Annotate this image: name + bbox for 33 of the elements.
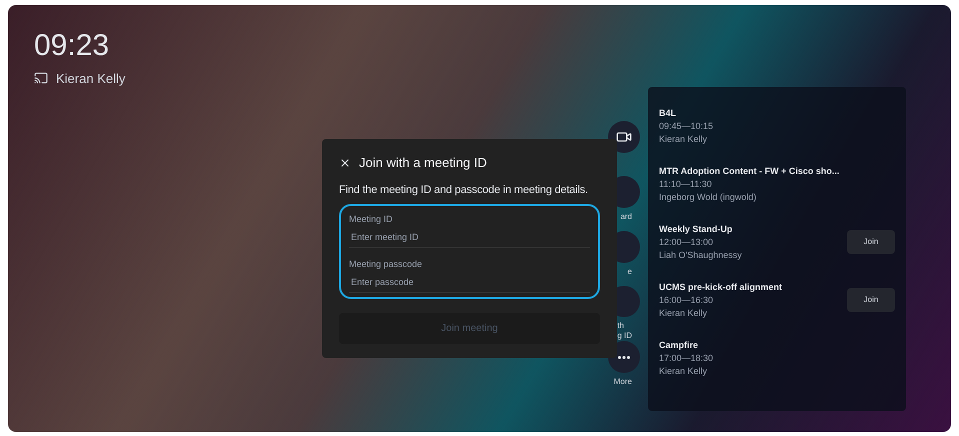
input-field[interactable]: Enter meeting ID [349,230,590,248]
join-button[interactable]: Join [847,230,895,254]
more-icon [618,356,630,358]
meeting-organizer: Liah O'Shaughnessy [659,248,742,262]
cast-icon [34,71,48,86]
meeting-time: 17:00—18:30 [659,352,714,364]
join-button[interactable]: Join [847,288,895,312]
meeting-title: Campfire [659,338,700,352]
close-icon [339,156,351,169]
rail-label: e [628,267,633,277]
clock-time: 09:23 [34,28,110,64]
meeting-time: 12:00—13:00 [659,236,714,248]
rail-label: More [614,377,633,387]
field-label: Meeting passcode [349,258,424,271]
input-field[interactable]: Enter passcode [349,276,590,293]
rail-label: ard [620,212,633,222]
meeting-time: 16:00—16:30 [659,294,714,306]
rail-label: th g ID [617,321,633,341]
user-name: Kieran Kelly [56,70,126,88]
meeting-time: 11:10—11:30 [659,178,713,190]
meeting-organizer: Ingeborg Wold (ingwold) [659,190,758,204]
meeting-organizer: Kieran Kelly [659,306,708,320]
field-label: Meeting ID [349,213,394,226]
meeting-organizer: Kieran Kelly [659,364,708,378]
meeting-time: 09:45—10:15 [659,120,714,132]
meeting-title: Weekly Stand-Up [659,222,734,236]
meeting-title: UCMS pre-kick-off alignment [659,280,782,294]
meeting-organizer: Kieran Kelly [659,132,708,146]
meeting-title: B4L [659,106,678,120]
dialog-description: Find the meeting ID and passcode in meeting details. [339,182,589,198]
meeting-title: MTR Adoption Content - FW + Cisco sho... [659,164,840,178]
close-button[interactable] [339,156,351,169]
dialog-title: Join with a meeting ID [359,154,487,172]
